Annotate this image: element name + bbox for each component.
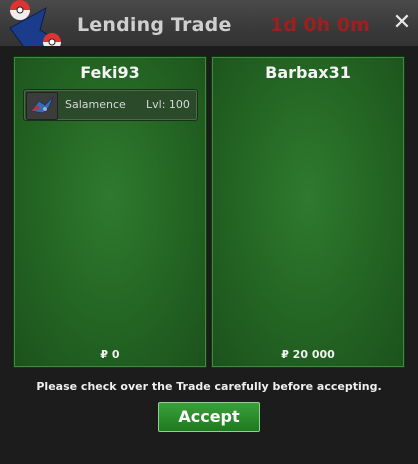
trade-body: Feki93 Salamence Lvl: 100 ₽ 0 Barbax31 ₽… [0, 46, 418, 464]
money-offer: ₽ 0 [100, 348, 120, 361]
title-bar[interactable]: Lending Trade 1d 0h 0m ✕ [0, 0, 418, 51]
item-name: Salamence [65, 98, 126, 111]
trade-timer: 1d 0h 0m [270, 14, 370, 36]
offer-panel-right: Barbax31 ₽ 20 000 [211, 56, 405, 368]
trade-item[interactable]: Salamence Lvl: 100 [23, 89, 198, 121]
item-level: Lvl: 100 [146, 98, 190, 111]
player-name: Feki93 [80, 63, 140, 82]
trade-notice: Please check over the Trade carefully be… [36, 380, 382, 393]
salamence-icon [26, 92, 58, 120]
offer-panel-left: Feki93 Salamence Lvl: 100 ₽ 0 [13, 56, 207, 368]
lending-trade-window: Lending Trade 1d 0h 0m ✕ Feki93 Salamenc… [0, 0, 418, 464]
player-name: Barbax31 [265, 63, 351, 82]
pokeball-logo-icon [9, 0, 62, 51]
close-icon[interactable]: ✕ [392, 12, 412, 34]
accept-button[interactable]: Accept [158, 402, 260, 432]
window-title: Lending Trade [77, 14, 232, 36]
money-offer: ₽ 20 000 [281, 348, 335, 361]
